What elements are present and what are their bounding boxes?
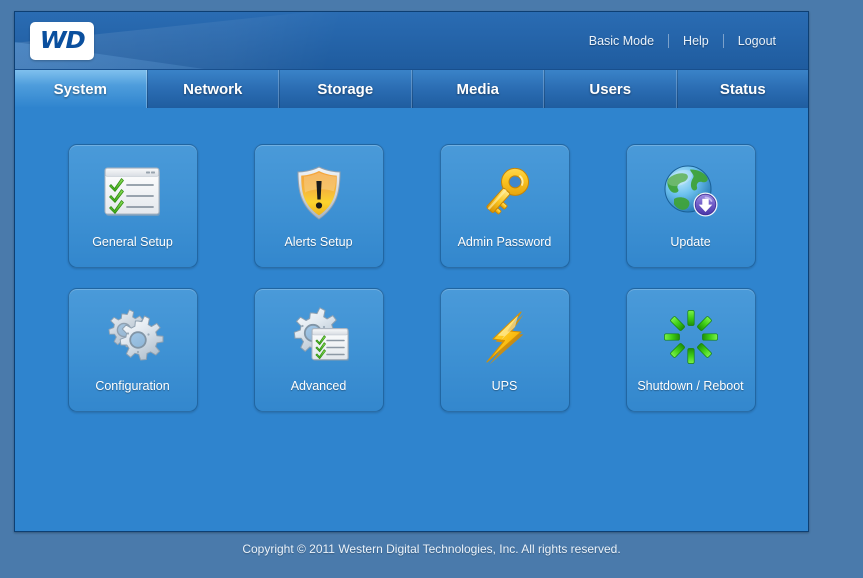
logout-link[interactable]: Logout bbox=[724, 34, 790, 48]
header-links: Basic Mode Help Logout bbox=[575, 12, 790, 69]
checklist-window-icon bbox=[96, 157, 170, 229]
gear-checklist-icon bbox=[282, 301, 356, 373]
tile-label: Configuration bbox=[95, 379, 170, 393]
tab-media[interactable]: Media bbox=[411, 70, 544, 108]
tab-users[interactable]: Users bbox=[544, 70, 677, 108]
tile-label: Alerts Setup bbox=[284, 235, 353, 249]
globe-download-icon bbox=[654, 157, 728, 229]
tile-shutdown-reboot[interactable]: Shutdown / Reboot bbox=[625, 288, 756, 412]
tile-label: General Setup bbox=[92, 235, 173, 249]
tile-configuration[interactable]: Configuration bbox=[67, 288, 198, 412]
tile-advanced[interactable]: Advanced bbox=[253, 288, 384, 412]
lightning-bolt-icon bbox=[468, 301, 542, 373]
copyright-text: Copyright © 2011 Western Digital Technol… bbox=[242, 542, 621, 556]
page-footer: Copyright © 2011 Western Digital Technol… bbox=[0, 532, 863, 566]
tab-network[interactable]: Network bbox=[146, 70, 279, 108]
help-link[interactable]: Help bbox=[669, 34, 723, 48]
tile-label: Update bbox=[670, 235, 711, 249]
tile-general-setup[interactable]: General Setup bbox=[67, 144, 198, 268]
tile-update[interactable]: Update bbox=[625, 144, 756, 268]
tab-storage[interactable]: Storage bbox=[279, 70, 412, 108]
tile-label: Advanced bbox=[290, 379, 347, 393]
tile-label: UPS bbox=[491, 379, 518, 393]
app-frame: WD Basic Mode Help Logout System Network… bbox=[14, 11, 809, 532]
tile-label: Admin Password bbox=[457, 235, 552, 249]
key-icon bbox=[468, 157, 542, 229]
power-spinner-icon bbox=[654, 301, 728, 373]
tab-status[interactable]: Status bbox=[676, 70, 808, 108]
gears-icon bbox=[96, 301, 170, 373]
system-content-panel: General Setup Alerts Setup Admin Passwor… bbox=[15, 108, 808, 531]
tile-alerts-setup[interactable]: Alerts Setup bbox=[253, 144, 384, 268]
tile-admin-password[interactable]: Admin Password bbox=[439, 144, 570, 268]
main-nav-tabs: System Network Storage Media Users Statu… bbox=[15, 70, 808, 109]
warning-shield-icon bbox=[282, 157, 356, 229]
tile-label: Shutdown / Reboot bbox=[637, 379, 744, 393]
wd-logo-text: WD bbox=[39, 27, 85, 54]
tile-ups[interactable]: UPS bbox=[439, 288, 570, 412]
basic-mode-link[interactable]: Basic Mode bbox=[575, 34, 668, 48]
wd-logo[interactable]: WD bbox=[30, 22, 94, 60]
app-header: WD Basic Mode Help Logout bbox=[15, 12, 808, 70]
tab-system[interactable]: System bbox=[15, 70, 147, 109]
tile-grid: General Setup Alerts Setup Admin Passwor… bbox=[15, 144, 808, 412]
